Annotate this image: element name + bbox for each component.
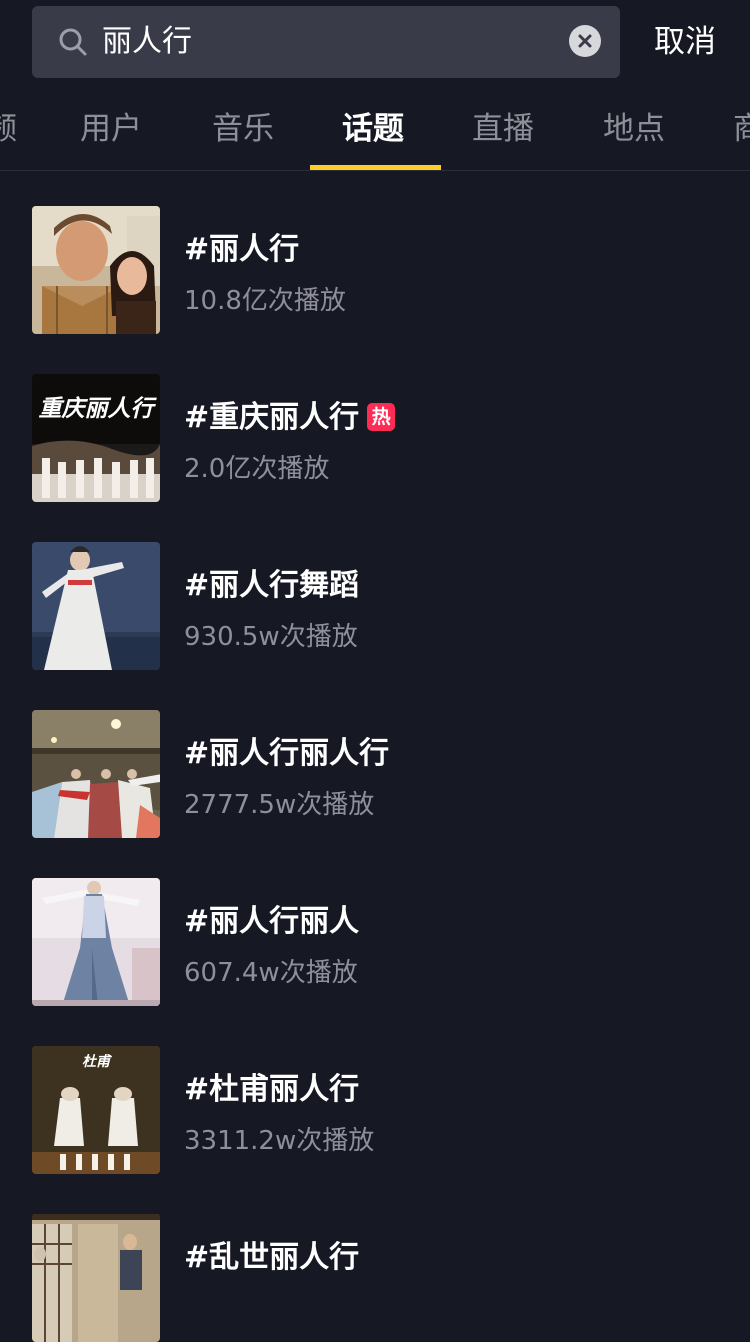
list-item[interactable]: #丽人行舞蹈 930.5w次播放	[32, 542, 732, 670]
topic-title: #丽人行丽人	[184, 904, 360, 939]
topic-title-text: #重庆丽人行	[184, 400, 360, 435]
search-input[interactable]: 丽人行	[32, 6, 620, 78]
play-count: 2777.5w次播放	[184, 790, 375, 820]
topic-title: #乱世丽人行	[184, 1240, 360, 1275]
topic-title: #丽人行丽人行	[184, 736, 390, 771]
topic-title: #杜甫丽人行	[184, 1072, 360, 1107]
list-item[interactable]: #乱世丽人行	[32, 1214, 732, 1342]
tab-video[interactable]: 频	[0, 90, 17, 170]
topic-title: #丽人行	[184, 232, 300, 267]
topic-thumbnail	[32, 878, 160, 1006]
cancel-button[interactable]: 取消	[654, 6, 716, 78]
list-item[interactable]: #丽人行丽人行 2777.5w次播放	[32, 710, 732, 838]
thumbnail-caption: 重庆丽人行	[39, 395, 158, 422]
hot-badge: 热	[367, 403, 396, 431]
clear-icon[interactable]	[569, 25, 601, 57]
topic-thumbnail	[32, 206, 160, 334]
play-count: 607.4w次播放	[184, 958, 358, 988]
tab-live[interactable]: 直播	[472, 90, 534, 170]
list-item[interactable]: #丽人行 10.8亿次播放	[32, 206, 732, 334]
category-tabs: 频 用户 音乐 话题 直播 地点 商	[0, 90, 750, 171]
active-tab-indicator	[310, 165, 441, 170]
topic-thumbnail	[32, 1214, 160, 1342]
topic-thumbnail: 杜甫	[32, 1046, 160, 1174]
topic-thumbnail	[32, 710, 160, 838]
list-item[interactable]: 重庆丽人行 #重庆丽人行热 2.0亿次播放	[32, 374, 732, 502]
list-item[interactable]: #丽人行丽人 607.4w次播放	[32, 878, 732, 1006]
search-icon	[58, 27, 88, 57]
tab-topics[interactable]: 话题	[342, 90, 404, 170]
topic-title: #丽人行舞蹈	[184, 568, 360, 603]
search-header: 丽人行 取消	[0, 0, 750, 84]
play-count: 2.0亿次播放	[184, 454, 330, 484]
tab-places[interactable]: 地点	[603, 90, 665, 170]
list-item[interactable]: 杜甫 #杜甫丽人行 3311.2w次播放	[32, 1046, 732, 1174]
tab-music[interactable]: 音乐	[212, 90, 274, 170]
topic-thumbnail: 重庆丽人行	[32, 374, 160, 502]
play-count: 10.8亿次播放	[184, 286, 346, 316]
search-query[interactable]: 丽人行	[102, 6, 192, 78]
play-count: 3311.2w次播放	[184, 1126, 375, 1156]
tab-users[interactable]: 用户	[80, 90, 142, 170]
play-count: 930.5w次播放	[184, 622, 358, 652]
topic-title: #重庆丽人行热	[184, 392, 396, 436]
topic-thumbnail	[32, 542, 160, 670]
tab-products[interactable]: 商	[733, 90, 750, 170]
thumbnail-caption: 杜甫	[82, 1053, 112, 1070]
